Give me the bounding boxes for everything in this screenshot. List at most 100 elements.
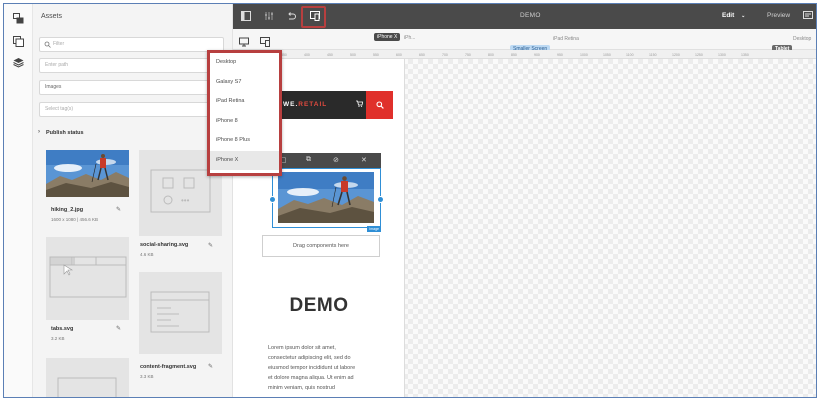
site-logo[interactable]: WE.RETAIL: [283, 101, 327, 108]
device-dropdown: Desktop Galaxy S7 iPad Retina iPhone 8 i…: [207, 50, 282, 176]
ruler-tick: 1200: [672, 53, 680, 57]
partial-thumbnail: [46, 358, 129, 397]
chevron-right-icon: ›: [38, 129, 40, 135]
paragraph-line: consectetur adipiscing elit, sed do: [268, 355, 351, 361]
publish-status-toggle[interactable]: › Publish status: [38, 129, 84, 136]
asset-card-hiking[interactable]: hiking_2.jpg 1600 x 1080 | 456.6 KB ✎: [46, 150, 129, 225]
asset-card-partial[interactable]: [46, 358, 129, 397]
device-option-ipad-retina[interactable]: iPad Retina: [210, 92, 279, 112]
ruler-tick: 1250: [695, 53, 703, 57]
search-icon: [44, 41, 51, 48]
preview-button[interactable]: Preview: [767, 12, 790, 19]
asset-type-select[interactable]: Images: [39, 80, 224, 95]
ruler-tick: 850: [511, 53, 517, 57]
truncated-device-label: iPh...: [404, 35, 416, 41]
ruler-tick: 1000: [580, 53, 588, 57]
device-option-iphone-8[interactable]: iPhone 8: [210, 112, 279, 132]
asset-card-meta: 1600 x 1080 | 456.6 KB: [51, 217, 98, 222]
assets-panel: Assets Filter Enter path Images Select t…: [33, 4, 233, 397]
device-option-iphone-x[interactable]: iPhone X: [210, 150, 279, 170]
mode-label: Edit: [722, 12, 735, 19]
tabs-thumbnail: [46, 237, 129, 320]
asset-type-value: Images: [45, 84, 62, 90]
ruler-tick: 500: [350, 53, 356, 57]
component-type-tag: Image: [367, 226, 381, 232]
current-device-badge[interactable]: iPhone X: [374, 33, 401, 41]
page-heading: DEMO: [289, 295, 349, 316]
svg-text:•••: •••: [181, 196, 190, 205]
paragraph-line: Lorem ipsum dolor sit amet,: [268, 345, 336, 351]
drag-components-dropzone[interactable]: Drag components here: [262, 235, 380, 257]
paragraph-line: minim veniam, quis nostrud: [268, 385, 335, 391]
ruler-tick: 450: [327, 53, 333, 57]
component-toolbar: ▢ ⧉ ⊘ ✕: [269, 153, 381, 168]
pin-icon[interactable]: ✎: [116, 206, 121, 213]
filter-placeholder: Filter: [53, 41, 65, 47]
header-search-button[interactable]: [366, 91, 393, 119]
paragraph-line: eiusmod tempor incididunt ut labore: [268, 365, 356, 371]
emulator-bar: iPhone X iPh... iPad Retina Desktop Smal…: [233, 29, 816, 53]
asset-card-name: hiking_2.jpg: [51, 207, 84, 213]
resize-handle-right[interactable]: [377, 196, 384, 203]
path-placeholder: Enter path: [45, 62, 69, 68]
filter-input[interactable]: Filter: [39, 37, 224, 52]
ruler-tick: 800: [488, 53, 494, 57]
side-panel-icon[interactable]: [240, 11, 251, 22]
device-option-galaxy-s7[interactable]: Galaxy S7: [210, 73, 279, 93]
asset-card-meta: 3.2 KB: [51, 336, 65, 341]
pin-icon[interactable]: ✎: [208, 242, 213, 249]
logo-prefix: WE.: [283, 101, 299, 108]
hide-icon[interactable]: ⊘: [333, 156, 339, 164]
ruler-tick: 950: [557, 53, 563, 57]
asset-card-meta: 3.3 KB: [140, 374, 154, 379]
resize-handle-left[interactable]: [269, 196, 276, 203]
page-title: DEMO: [520, 12, 541, 19]
selected-image-component[interactable]: Image: [269, 168, 384, 232]
pin-icon[interactable]: ✎: [116, 325, 121, 332]
assets-tab-icon[interactable]: [12, 36, 25, 49]
asset-card-content-fragment[interactable]: content-fragment.svg 3.3 KB ✎: [139, 272, 222, 387]
desktop-label: Desktop: [793, 36, 812, 42]
width-ruler: 350 400 450 500 550 600 650 700 750 800 850 900 950 1…: [233, 50, 816, 59]
ruler-tick: 1350: [741, 53, 749, 57]
pin-icon[interactable]: ✎: [208, 363, 213, 370]
paragraph-line: et dolore magna aliqua. Ut enim ad: [268, 375, 354, 381]
editor-canvas: WE.RETAIL ▢ ⧉ ⊘ ✕ Image Drag components …: [233, 59, 816, 397]
asset-card-name: tabs.svg: [51, 326, 74, 332]
publish-status-label: Publish status: [46, 130, 84, 136]
ruler-tick: 750: [465, 53, 471, 57]
undo-icon[interactable]: [285, 11, 296, 22]
lorem-paragraph[interactable]: Lorem ipsum dolor sit amet, consectetur …: [268, 343, 386, 393]
assets-panel-title: Assets: [41, 13, 63, 20]
ruler-tick: 650: [419, 53, 425, 57]
path-input[interactable]: Enter path: [39, 58, 224, 73]
app-window: Assets Filter Enter path Images Select t…: [3, 3, 817, 398]
page-properties-icon[interactable]: [263, 11, 274, 22]
logo-suffix: RETAIL: [298, 101, 328, 108]
ipad-retina-label: iPad Retina: [553, 36, 579, 42]
annotations-icon[interactable]: [802, 11, 813, 22]
device-option-desktop[interactable]: Desktop: [210, 53, 279, 73]
emulator-highlight: [301, 6, 326, 28]
ruler-tick: 700: [442, 53, 448, 57]
tags-select[interactable]: Select tag(s): [39, 102, 224, 117]
toggle-side-panel-icon[interactable]: [12, 13, 25, 26]
chevron-down-icon: ⌄: [741, 13, 746, 19]
hero-image: [278, 172, 374, 223]
copy-icon[interactable]: ⧉: [306, 156, 311, 164]
device-option-iphone-8-plus[interactable]: iPhone 8 Plus: [210, 131, 279, 151]
tags-placeholder: Select tag(s): [45, 106, 74, 112]
asset-card-name: social-sharing.svg: [140, 242, 189, 248]
asset-card-meta: 4.6 KB: [140, 252, 154, 257]
hiking-thumbnail: [46, 150, 129, 197]
content-fragment-thumbnail: [139, 272, 222, 354]
ruler-tick: 1300: [718, 53, 726, 57]
layers-icon[interactable]: [12, 57, 25, 70]
cart-icon[interactable]: [356, 100, 364, 109]
mode-selector[interactable]: Edit ⌄: [722, 12, 745, 19]
editor-toolbar: DEMO Edit ⌄ Preview: [233, 4, 816, 29]
close-icon[interactable]: ✕: [361, 156, 367, 164]
ruler-tick: 1100: [626, 53, 634, 57]
ruler-tick: 1050: [603, 53, 611, 57]
asset-card-tabs[interactable]: tabs.svg 3.2 KB ✎: [46, 237, 129, 352]
